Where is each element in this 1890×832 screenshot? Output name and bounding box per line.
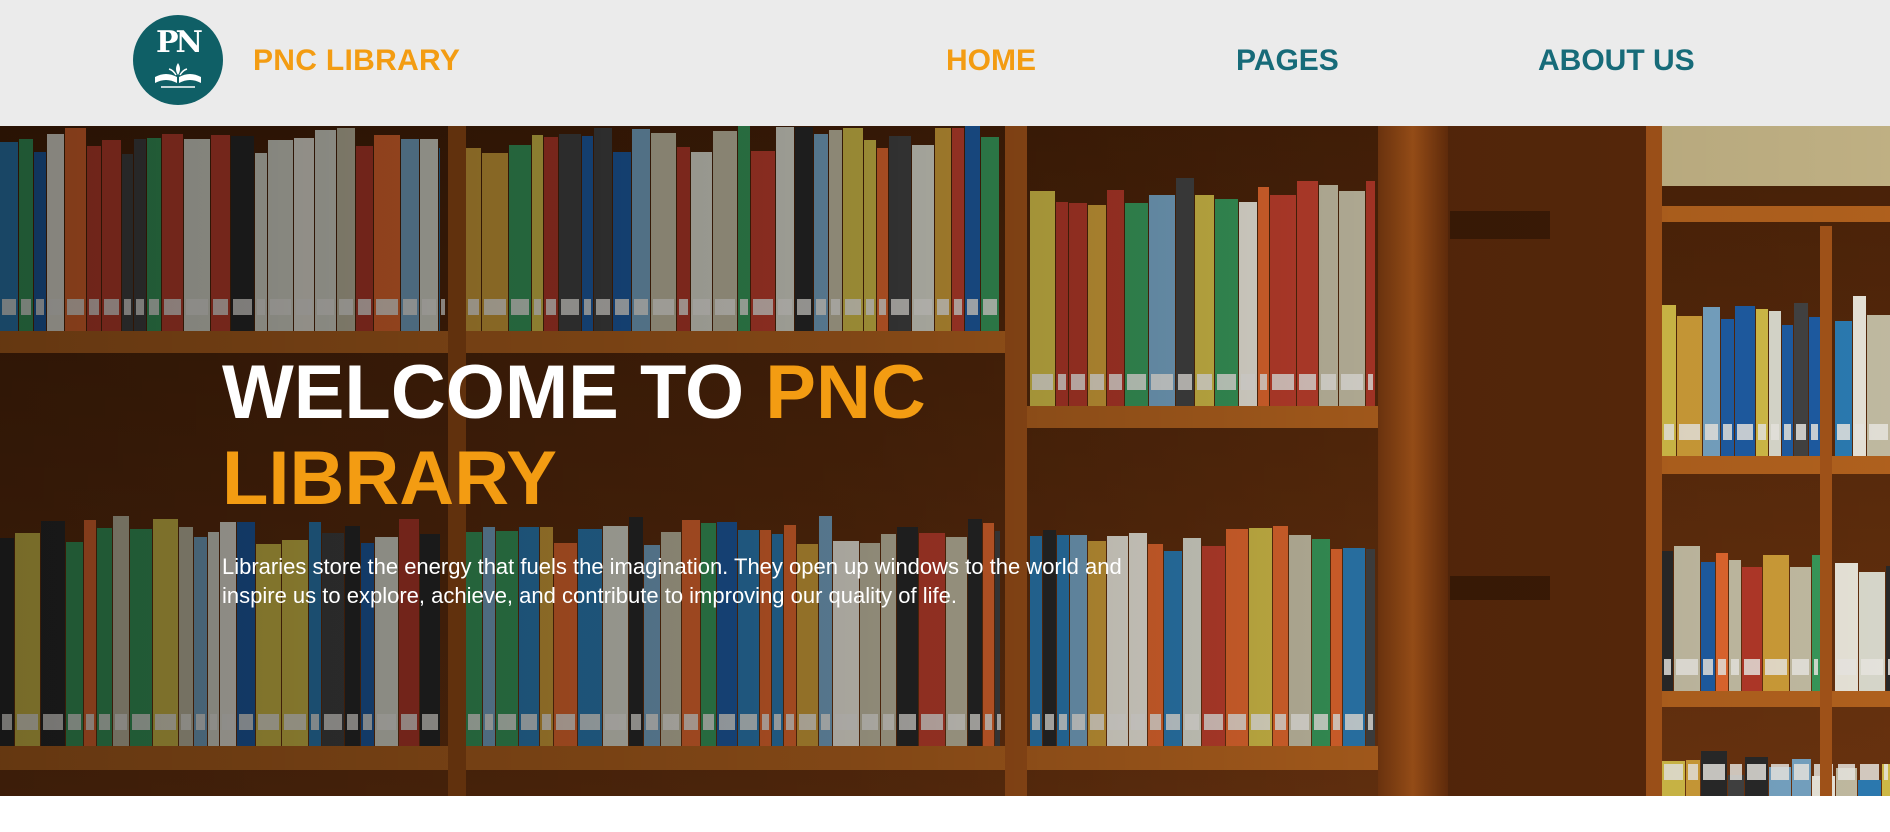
brand-name[interactable]: PNC LIBRARY [253,44,460,78]
nav-link-home[interactable]: HOME [946,44,1036,78]
nav-link-pages[interactable]: PAGES [1236,44,1339,78]
open-book-icon [155,63,201,88]
nav-link-about-us[interactable]: ABOUT US [1538,44,1695,78]
logo[interactable]: PN [133,15,223,105]
navbar: PN PNC LIBRARY HOME PAGES ABOUT US [0,0,1890,126]
hero-title: WELCOME TO PNC LIBRARY [222,350,1022,522]
hero-title-welcome: WELCOME TO [222,350,766,435]
hero-section: WELCOME TO PNC LIBRARY Libraries store t… [0,126,1890,796]
hero-description: Libraries store the energy that fuels th… [222,554,1122,608]
